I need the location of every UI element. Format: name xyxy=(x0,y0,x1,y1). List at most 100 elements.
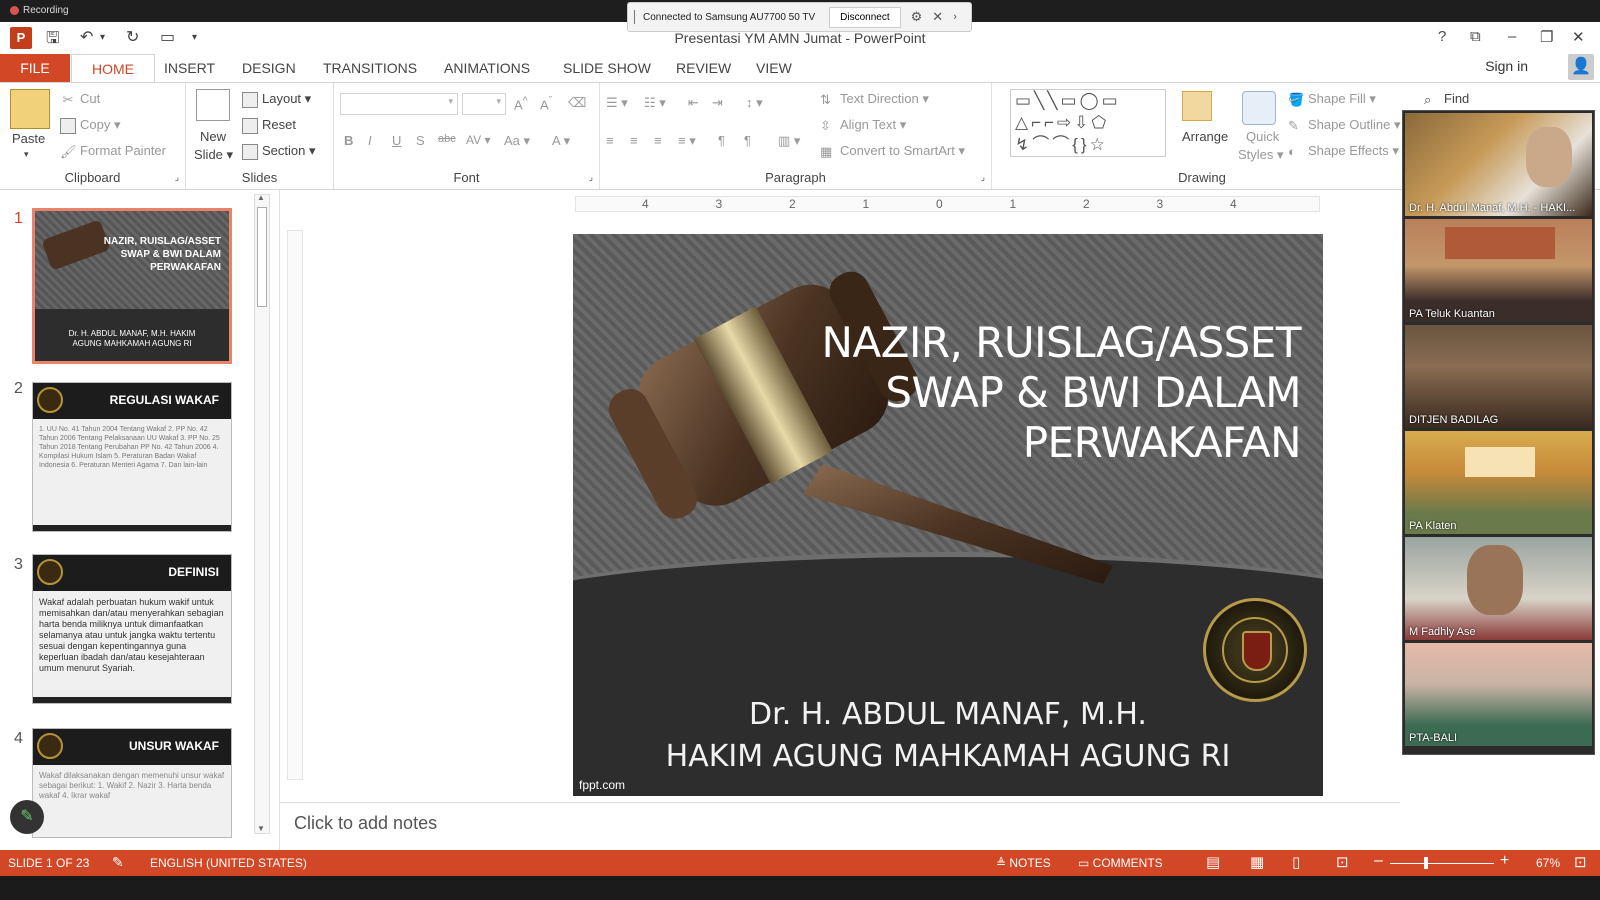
thumbnail-scrollbar[interactable]: ▲ ▼ xyxy=(254,193,270,834)
paste-icon[interactable] xyxy=(10,89,50,129)
shape-outline-button[interactable]: ✎ Shape Outline ▾ xyxy=(1288,117,1401,134)
shape-fill-button[interactable]: 🪣 Shape Fill ▾ xyxy=(1288,91,1376,108)
font-size-select[interactable]: ▾ xyxy=(462,93,506,115)
zoom-out-icon[interactable]: – xyxy=(1374,852,1383,870)
settings-gear-icon[interactable]: ⚙ xyxy=(911,9,923,25)
find-button[interactable]: ⌕ Find xyxy=(1424,91,1469,108)
tab-insert[interactable]: INSERT xyxy=(164,54,215,82)
tab-review[interactable]: REVIEW xyxy=(676,54,731,82)
align-center-icon[interactable]: ≡ xyxy=(630,133,638,148)
tab-design[interactable]: DESIGN xyxy=(242,54,296,82)
bold-button[interactable]: B xyxy=(344,133,353,148)
unpin-icon[interactable]: ✕ xyxy=(932,9,943,25)
slide-thumbnail-1[interactable]: NAZIR, RUISLAG/ASSET SWAP & BWI DALAM PE… xyxy=(32,208,232,364)
increase-font-icon[interactable]: A^ xyxy=(514,95,528,112)
zoom-slider-thumb[interactable] xyxy=(1424,857,1428,869)
format-painter-button[interactable]: 🖌 Format Painter xyxy=(60,143,166,160)
participant-tile[interactable]: DITJEN BADILAG xyxy=(1405,325,1592,428)
reading-view-icon[interactable]: ▯ xyxy=(1292,853,1300,871)
fit-to-window-icon[interactable]: ⊡ xyxy=(1574,853,1587,871)
shadow-button[interactable]: S xyxy=(416,133,425,148)
spelling-icon[interactable]: ✎ xyxy=(112,854,124,871)
font-color-button[interactable]: A ▾ xyxy=(552,133,570,149)
align-right-icon[interactable]: ≡ xyxy=(654,133,662,148)
new-slide-button[interactable]: New xyxy=(200,129,226,144)
align-text-button[interactable]: ⇳ Align Text ▾ xyxy=(820,117,906,134)
columns-icon[interactable]: ▥ ▾ xyxy=(778,133,800,149)
change-case-button[interactable]: Aa ▾ xyxy=(504,133,530,149)
participant-tile[interactable]: PA Teluk Kuantan xyxy=(1405,219,1592,322)
disconnect-button[interactable]: Disconnect xyxy=(829,6,901,28)
line-spacing-icon[interactable]: ↕ ▾ xyxy=(746,95,763,111)
quick-styles-icon[interactable] xyxy=(1242,91,1276,125)
convert-smartart-button[interactable]: ▦ Convert to SmartArt ▾ xyxy=(820,143,965,160)
paragraph-launcher-icon[interactable]: ⌟ xyxy=(981,172,985,183)
cut-button[interactable]: ✂ Cut xyxy=(60,91,101,108)
slide-thumbnail-4[interactable]: UNSUR WAKAF Wakaf dilaksanakan dengan me… xyxy=(32,728,232,838)
new-slide-icon[interactable] xyxy=(196,89,230,121)
clipboard-launcher-icon[interactable]: ⌟ xyxy=(175,172,179,183)
shape-effects-button[interactable]: ◐ Shape Effects ▾ xyxy=(1288,143,1399,160)
chevron-right-icon[interactable]: › xyxy=(953,11,957,23)
copy-button[interactable]: Copy ▾ xyxy=(60,117,121,134)
ribbon-display-icon[interactable]: ⧉ xyxy=(1470,28,1481,45)
align-left-icon[interactable]: ≡ xyxy=(606,133,614,148)
character-spacing-button[interactable]: AV ▾ xyxy=(466,133,490,147)
increase-indent-icon[interactable]: ⇥ xyxy=(712,95,723,111)
tab-animations[interactable]: ANIMATIONS xyxy=(444,54,530,82)
shapes-gallery[interactable]: ▭╲╲▭◯▭ △⌐⌐⇨⇩⬠ ↯⌒⌒{}☆ xyxy=(1010,89,1166,157)
annotation-pen-icon[interactable]: ✎ xyxy=(10,800,44,834)
help-icon[interactable]: ? xyxy=(1438,28,1446,45)
zoom-slider[interactable] xyxy=(1390,863,1494,864)
close-icon[interactable]: ✕ xyxy=(1572,28,1585,46)
notes-pane[interactable]: Click to add notes xyxy=(280,802,1400,850)
arrange-button[interactable]: Arrange xyxy=(1182,129,1228,144)
arrange-icon[interactable] xyxy=(1182,91,1212,121)
tab-home[interactable]: HOME xyxy=(71,54,155,83)
slide-canvas[interactable]: NAZIR, RUISLAG/ASSET SWAP & BWI DALAM PE… xyxy=(573,234,1323,796)
sign-in-link[interactable]: Sign in xyxy=(1485,58,1528,74)
slideshow-view-icon[interactable]: ⊡ xyxy=(1336,853,1349,871)
new-slide-label2[interactable]: Slide ▾ xyxy=(194,147,233,163)
participant-tile[interactable]: M Fadhly Ase xyxy=(1405,537,1592,640)
participant-tile[interactable]: PTA-BALI xyxy=(1405,643,1592,746)
zoom-level[interactable]: 67% xyxy=(1536,856,1560,870)
zoom-in-icon[interactable]: + xyxy=(1500,852,1509,870)
strikethrough-button[interactable]: abc xyxy=(438,133,456,145)
comments-toggle[interactable]: ▭ COMMENTS xyxy=(1078,856,1163,870)
justify-icon[interactable]: ≡ ▾ xyxy=(678,133,696,149)
notes-toggle[interactable]: ≜ NOTES xyxy=(996,856,1051,870)
reset-button[interactable]: Reset xyxy=(242,117,296,134)
quick-styles-button[interactable]: Quick xyxy=(1246,129,1279,144)
font-launcher-icon[interactable]: ⌟ xyxy=(589,172,593,183)
italic-button[interactable]: I xyxy=(368,133,372,148)
numbering-icon[interactable]: ☷ ▾ xyxy=(644,95,666,111)
slide-sorter-icon[interactable]: ▦ xyxy=(1250,853,1264,871)
paste-dropdown-icon[interactable]: ▾ xyxy=(24,149,29,160)
ltr-icon[interactable]: ¶ xyxy=(718,133,725,148)
decrease-font-icon[interactable]: Aˇ xyxy=(540,95,552,112)
decrease-indent-icon[interactable]: ⇤ xyxy=(688,95,699,111)
tab-slide-show[interactable]: SLIDE SHOW xyxy=(563,54,651,82)
tab-transitions[interactable]: TRANSITIONS xyxy=(323,54,417,82)
tab-view[interactable]: VIEW xyxy=(756,54,792,82)
participant-tile[interactable]: PA Klaten xyxy=(1405,431,1592,534)
quick-styles-label2[interactable]: Styles ▾ xyxy=(1238,147,1284,163)
tab-file[interactable]: FILE xyxy=(0,54,70,82)
minimize-icon[interactable]: – xyxy=(1508,28,1516,45)
scroll-thumb[interactable] xyxy=(257,207,267,307)
normal-view-icon[interactable]: ▤ xyxy=(1206,853,1220,871)
avatar-icon[interactable]: 👤 xyxy=(1568,54,1594,80)
underline-button[interactable]: U xyxy=(392,133,401,148)
scroll-down-icon[interactable]: ▼ xyxy=(257,824,265,833)
slide-thumbnail-2[interactable]: REGULASI WAKAF 1. UU No. 41 Tahun 2004 T… xyxy=(32,382,232,532)
slide-thumbnail-3[interactable]: DEFINISI Wakaf adalah perbuatan hukum wa… xyxy=(32,554,232,704)
restore-icon[interactable]: ❐ xyxy=(1540,28,1553,46)
layout-button[interactable]: Layout ▾ xyxy=(242,91,311,108)
font-family-select[interactable]: ▾ xyxy=(340,93,458,115)
bullets-icon[interactable]: ☰ ▾ xyxy=(606,95,628,111)
slide-counter[interactable]: SLIDE 1 OF 23 xyxy=(8,856,89,870)
clear-formatting-icon[interactable]: ⌫ xyxy=(568,95,586,111)
scroll-up-icon[interactable]: ▲ xyxy=(257,193,265,202)
paste-button[interactable]: Paste xyxy=(12,131,45,146)
